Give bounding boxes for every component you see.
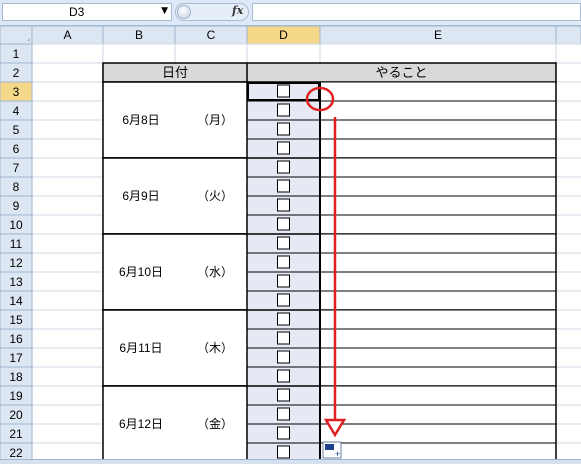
row-header-label: 10 — [9, 218, 23, 232]
todo-cell[interactable] — [319, 233, 557, 254]
row-header-label: 17 — [9, 351, 23, 365]
row-header-label: 15 — [9, 313, 23, 327]
row-header-label: 22 — [9, 446, 23, 460]
todo-cell[interactable] — [319, 328, 557, 349]
checkbox-icon[interactable] — [277, 350, 290, 364]
row-header-label: 21 — [9, 427, 23, 441]
day-date: 6月12日 — [119, 417, 163, 431]
row-header-label: 4 — [13, 104, 20, 118]
todo-cell[interactable] — [319, 81, 557, 102]
checkbox-icon[interactable] — [277, 331, 290, 345]
todo-cell[interactable] — [319, 119, 557, 140]
column-header-label: B — [135, 28, 143, 42]
column-header-label: C — [207, 28, 216, 42]
checkbox-icon[interactable] — [277, 293, 290, 307]
todo-cell[interactable] — [319, 271, 557, 292]
todo-cell[interactable] — [319, 290, 557, 311]
row-header-label: 3 — [13, 85, 20, 99]
checkbox-icon[interactable] — [277, 122, 290, 136]
checkbox-icon[interactable] — [277, 445, 290, 459]
checkbox-icon[interactable] — [277, 84, 290, 98]
row-header-label: 20 — [9, 408, 23, 422]
row-header-label: 13 — [9, 275, 23, 289]
row-header-label: 12 — [9, 256, 23, 270]
checkbox-icon[interactable] — [277, 217, 290, 231]
checkbox-icon[interactable] — [277, 103, 290, 117]
checkbox-icon[interactable] — [277, 312, 290, 326]
day-date: 6月9日 — [122, 189, 159, 203]
column-header-F[interactable] — [555, 25, 581, 45]
checkbox-icon[interactable] — [277, 160, 290, 174]
day-date: 6月10日 — [119, 265, 163, 279]
checkbox-icon[interactable] — [277, 236, 290, 250]
column-header-label: A — [63, 28, 71, 42]
checkbox-icon[interactable] — [277, 407, 290, 421]
select-all-corner[interactable] — [0, 25, 33, 45]
horizontal-scrollbar[interactable] — [0, 459, 581, 464]
day-weekday: （木） — [197, 341, 233, 355]
checkbox-icon[interactable] — [277, 141, 290, 155]
todo-cell[interactable] — [319, 423, 557, 444]
todo-cell[interactable] — [319, 309, 557, 330]
checkbox-icon[interactable] — [277, 274, 290, 288]
autofill-icon-fill — [325, 444, 334, 450]
autofill-icon-plus: + — [335, 449, 340, 459]
row-header-label: 16 — [9, 332, 23, 346]
column-header-label: E — [434, 28, 442, 42]
day-weekday: （月） — [197, 113, 233, 127]
checkbox-icon[interactable] — [277, 426, 290, 440]
todo-cell[interactable] — [319, 366, 557, 387]
day-weekday: （火） — [197, 189, 233, 203]
worksheet[interactable]: A B C D E12345678910111213141516171819202122… — [0, 0, 581, 463]
row-header-label: 5 — [13, 123, 20, 137]
checkbox-icon[interactable] — [277, 255, 290, 269]
row-header-label: 11 — [10, 237, 23, 251]
row-header-label: 6 — [13, 142, 20, 156]
row-header-label: 14 — [9, 294, 23, 308]
day-date: 6月11日 — [119, 341, 162, 355]
todo-cell[interactable] — [319, 176, 557, 197]
row-header-label: 8 — [13, 180, 20, 194]
row-header-label: 18 — [9, 370, 23, 384]
row-header-label: 1 — [13, 47, 20, 61]
todo-cell[interactable] — [319, 195, 557, 216]
day-weekday: （金） — [197, 416, 233, 431]
column-header-label: D — [279, 28, 288, 42]
table-header-date: 日付 — [162, 65, 188, 80]
todo-cell[interactable] — [319, 157, 557, 178]
day-date: 6月8日 — [122, 113, 159, 127]
checkbox-icon[interactable] — [277, 198, 290, 212]
todo-cell[interactable] — [319, 100, 557, 121]
spreadsheet-grid: A B C D E 1 2 3 4 5 6 7 8 9 10 11 12 13 14 15 16 17 18 19 20 21 22… — [0, 0, 581, 463]
todo-cell[interactable] — [319, 138, 557, 159]
day-weekday: （水） — [197, 265, 233, 279]
todo-cell[interactable] — [319, 214, 557, 235]
table-header-todo: やること — [375, 65, 427, 80]
todo-cell[interactable] — [319, 252, 557, 273]
todo-cell[interactable] — [319, 347, 557, 368]
row-header-label: 2 — [13, 66, 20, 80]
checkbox-icon[interactable] — [277, 179, 290, 193]
row-header-label: 9 — [13, 199, 20, 213]
checkbox-icon[interactable] — [277, 369, 290, 383]
row-header-label: 19 — [9, 389, 23, 403]
checkbox-icon[interactable] — [277, 388, 290, 402]
row-header-label: 7 — [13, 161, 20, 175]
todo-cell[interactable] — [319, 385, 557, 406]
todo-cell[interactable] — [319, 404, 557, 425]
